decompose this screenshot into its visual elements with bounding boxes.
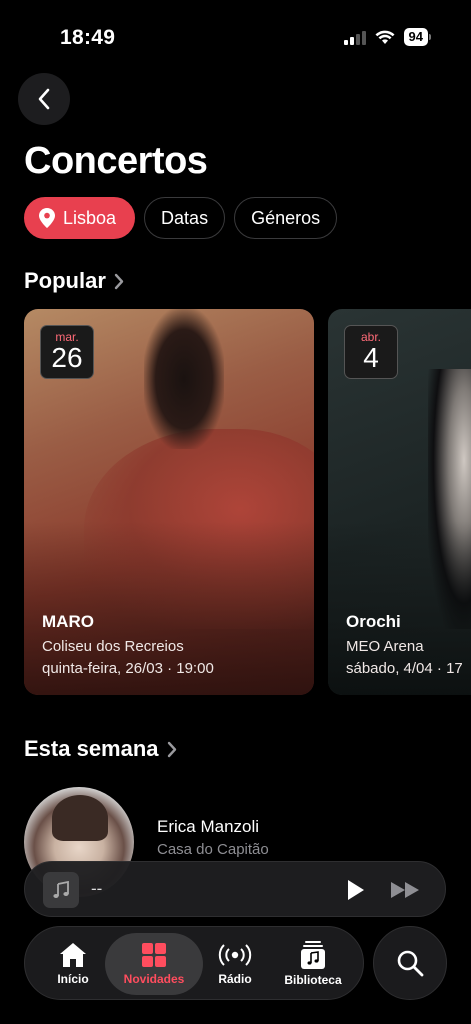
card-info: MARO Coliseu dos Recreios quinta-feira, … — [42, 612, 214, 677]
chevron-left-icon — [38, 88, 50, 110]
grid-icon — [142, 943, 166, 967]
card-time: sábado, 4/04 · 17 — [346, 660, 463, 677]
popular-carousel[interactable]: mar. 26 MARO Coliseu dos Recreios quinta… — [24, 309, 471, 695]
radio-icon — [218, 944, 252, 966]
page-title: Concertos — [24, 140, 208, 182]
filter-chips: Lisboa Datas Géneros — [24, 197, 338, 239]
home-icon — [60, 943, 86, 967]
tab-biblioteca[interactable]: Biblioteca — [275, 933, 351, 995]
status-icons: 94 — [343, 28, 431, 46]
tab-label: Biblioteca — [284, 973, 342, 987]
date-day: 4 — [363, 342, 379, 373]
concert-card[interactable]: abr. 4 Orochi MEO Arena sábado, 4/04 · 1… — [328, 309, 471, 695]
forward-icon[interactable] — [389, 878, 423, 902]
avatar-detail — [52, 795, 108, 841]
list-item-venue: Casa do Capitão — [157, 841, 269, 858]
tab-radio[interactable]: Rádio — [205, 933, 265, 995]
chevron-right-icon — [114, 273, 124, 289]
location-filter-chip[interactable]: Lisboa — [24, 197, 136, 239]
signal-icon — [343, 30, 366, 45]
concert-card[interactable]: mar. 26 MARO Coliseu dos Recreios quinta… — [24, 309, 314, 695]
wifi-icon — [375, 30, 395, 44]
date-badge: mar. 26 — [40, 325, 94, 379]
card-info: Orochi MEO Arena sábado, 4/04 · 17 — [346, 612, 463, 677]
tab-label: Início — [57, 972, 89, 986]
this-week-section-title: Esta semana — [24, 736, 159, 761]
this-week-section-header[interactable]: Esta semana — [24, 736, 177, 762]
popular-section-header[interactable]: Popular — [24, 268, 124, 294]
card-artist: MARO — [42, 612, 94, 631]
mini-player[interactable]: -- — [24, 861, 446, 917]
card-venue: Coliseu dos Recreios — [42, 638, 184, 655]
play-icon[interactable] — [343, 878, 367, 902]
mini-player-title: -- — [91, 879, 103, 898]
search-button[interactable] — [373, 926, 447, 1000]
back-button[interactable] — [18, 73, 70, 125]
status-bar: 18:49 94 — [0, 0, 471, 70]
tab-novidades[interactable]: Novidades — [105, 933, 203, 995]
genres-filter-chip[interactable]: Géneros — [234, 197, 338, 239]
tab-label: Rádio — [218, 972, 252, 986]
library-icon — [301, 941, 325, 969]
location-filter-label: Lisboa — [63, 207, 117, 228]
chevron-right-icon — [167, 741, 176, 757]
tab-label: Novidades — [123, 972, 185, 986]
music-note-icon — [53, 881, 69, 898]
card-venue: MEO Arena — [346, 638, 424, 655]
battery-level: 94 — [403, 28, 428, 46]
date-day: 26 — [51, 342, 83, 373]
status-time: 18:49 — [60, 26, 116, 49]
dates-filter-chip[interactable]: Datas — [144, 197, 226, 239]
battery-icon: 94 — [403, 28, 431, 46]
tab-bar: Início Novidades Rádio Biblioteca — [24, 926, 364, 1000]
search-icon — [397, 950, 424, 977]
list-item-artist: Erica Manzoli — [157, 817, 260, 836]
date-badge: abr. 4 — [344, 325, 398, 379]
mini-player-artwork — [43, 872, 79, 908]
location-pin-icon — [39, 208, 55, 228]
card-artist: Orochi — [346, 612, 401, 631]
card-time: quinta-feira, 26/03 · 19:00 — [42, 660, 214, 677]
popular-section-title: Popular — [24, 268, 106, 293]
tab-inicio[interactable]: Início — [41, 933, 105, 995]
